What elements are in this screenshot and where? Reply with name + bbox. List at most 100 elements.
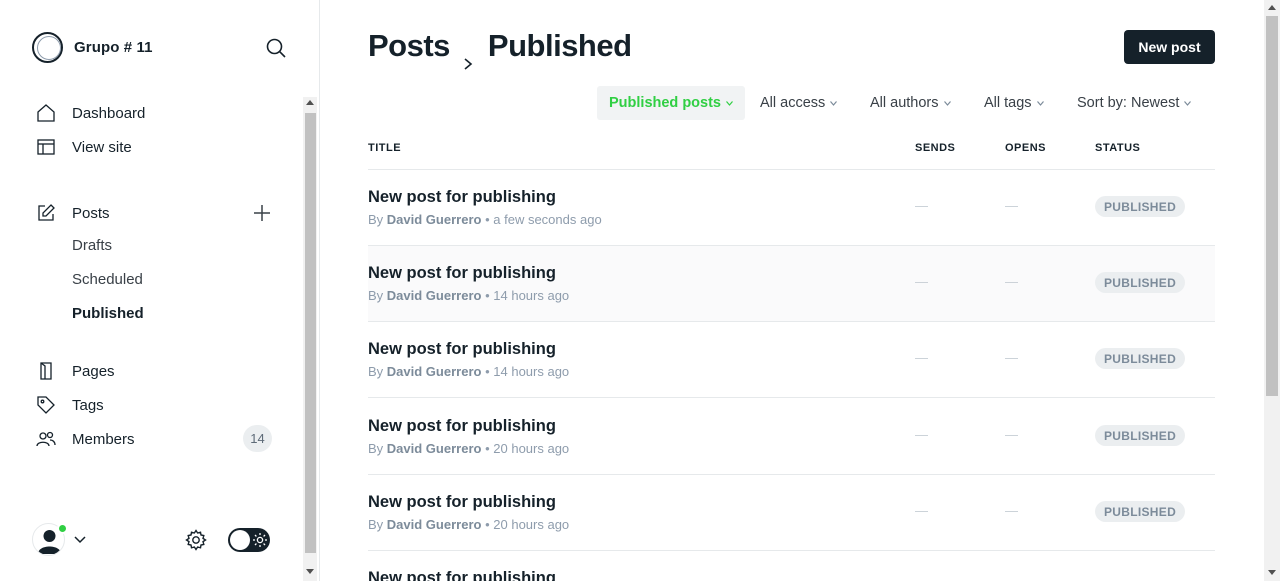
plus-icon[interactable] [252,203,272,223]
post-title[interactable]: New post for publishing [368,340,556,359]
post-author: David Guerrero [386,364,482,379]
post-meta: By David Guerrero • 14 hours ago [368,288,569,303]
post-opens: — [1005,503,1018,518]
post-time: 20 hours ago [493,517,570,532]
post-sends: — [915,427,928,442]
page-scroll-thumb[interactable] [1266,16,1278,396]
post-title[interactable]: New post for publishing [368,264,556,283]
app-root: Grupo # 11 Dashboard View site Posts Dra… [0,0,1280,581]
status-badge: PUBLISHED [1095,501,1186,522]
page-title: Posts Published [368,28,632,70]
post-time: 14 hours ago [493,364,570,379]
nav-posts[interactable]: Posts [36,201,110,225]
post-opens: — [1005,198,1018,213]
theme-toggle[interactable] [228,528,270,552]
filter-sort[interactable]: Sort by: Newest [1065,86,1203,120]
post-time: a few seconds ago [493,212,602,227]
new-post-button[interactable]: New post [1124,30,1215,64]
main-content: Posts Published New post Published posts… [320,0,1264,581]
scroll-up-icon[interactable] [1268,5,1276,10]
chevron-down-icon [1036,100,1044,106]
search-icon[interactable] [264,36,288,60]
nav-dashboard-label: Dashboard [72,104,146,122]
scroll-up-icon[interactable] [306,100,314,105]
column-title: TITLE [368,142,402,154]
post-by: By [368,441,384,456]
table-row[interactable]: New post for publishing By David Guerrer… [368,475,1215,551]
post-meta: By David Guerrero • 20 hours ago [368,441,569,456]
filter-authors-label: All authors [870,95,939,111]
post-opens: — [1005,350,1018,365]
post-title[interactable]: New post for publishing [368,493,556,512]
table-row[interactable]: New post for publishing By David Guerrer… [368,170,1215,246]
post-title[interactable]: New post for publishing [368,569,556,581]
filter-tags[interactable]: All tags [972,86,1056,120]
post-author: David Guerrero [386,212,482,227]
post-sends: — [915,503,928,518]
nav-pages-label: Pages [72,362,115,380]
post-opens: — [1005,274,1018,289]
table-header: TITLE SENDS OPENS STATUS [368,140,1215,170]
post-sends: — [915,350,928,365]
nav-drafts[interactable]: Drafts [72,237,112,259]
post-meta-separator: • [485,517,490,532]
post-sends: — [915,198,928,213]
post-sends: — [915,274,928,289]
filter-access-label: All access [760,95,826,111]
nav-members-label: Members [72,430,135,448]
post-title[interactable]: New post for publishing [368,188,556,207]
scroll-down-icon[interactable] [306,569,314,574]
status-badge: PUBLISHED [1095,348,1186,369]
brand[interactable]: Grupo # 11 [32,32,153,63]
sun-icon [252,532,268,548]
sidebar: Grupo # 11 Dashboard View site Posts Dra… [0,0,320,581]
nav-members[interactable]: Members [36,427,135,451]
table-row[interactable]: New post for publishing By David Guerrer… [368,246,1215,322]
chevron-down-icon [1184,100,1192,106]
post-meta: By David Guerrero • a few seconds ago [368,212,602,227]
home-icon [36,103,56,123]
status-badge: PUBLISHED [1095,272,1186,293]
nav-view-site[interactable]: View site [36,135,132,159]
post-meta-separator: • [485,288,490,303]
post-meta-separator: • [485,212,490,227]
nav-tags[interactable]: Tags [36,393,104,417]
status-badge: PUBLISHED [1095,196,1186,217]
filter-post-type-label: Published posts [609,95,721,111]
table-row[interactable]: New post for publishing [368,551,1215,581]
post-by: By [368,212,384,227]
filter-authors[interactable]: All authors [858,86,963,120]
post-by: By [368,288,384,303]
scroll-down-icon[interactable] [1268,570,1276,575]
status-badge: PUBLISHED [1095,425,1186,446]
nav-scheduled[interactable]: Scheduled [72,271,143,293]
chevron-down-icon [943,100,951,106]
filter-sort-label: Sort by: Newest [1077,95,1180,111]
tag-icon [36,395,56,415]
post-author: David Guerrero [386,288,482,303]
post-time: 14 hours ago [493,288,570,303]
filter-access[interactable]: All access [748,86,849,120]
online-status-dot [57,523,68,534]
gear-icon[interactable] [184,528,208,552]
members-count-badge: 14 [243,425,272,452]
sidebar-scroll-thumb[interactable] [305,113,316,553]
chevron-down-icon[interactable] [72,532,88,548]
nav-published[interactable]: Published [72,305,144,327]
post-title[interactable]: New post for publishing [368,417,556,436]
nav-posts-label: Posts [72,204,110,222]
breadcrumb-posts[interactable]: Posts [368,28,450,64]
post-meta: By David Guerrero • 14 hours ago [368,364,569,379]
posts-edit-icon [36,203,56,223]
table-row[interactable]: New post for publishing By David Guerrer… [368,322,1215,398]
post-by: By [368,517,384,532]
nav-tags-label: Tags [72,396,104,414]
brand-logo [32,32,63,63]
nav-dashboard[interactable]: Dashboard [36,101,145,125]
members-icon [36,429,56,449]
column-status: STATUS [1095,142,1141,154]
table-row[interactable]: New post for publishing By David Guerrer… [368,399,1215,475]
filter-tags-label: All tags [984,95,1032,111]
nav-pages[interactable]: Pages [36,359,115,383]
filter-post-type[interactable]: Published posts [597,86,745,120]
